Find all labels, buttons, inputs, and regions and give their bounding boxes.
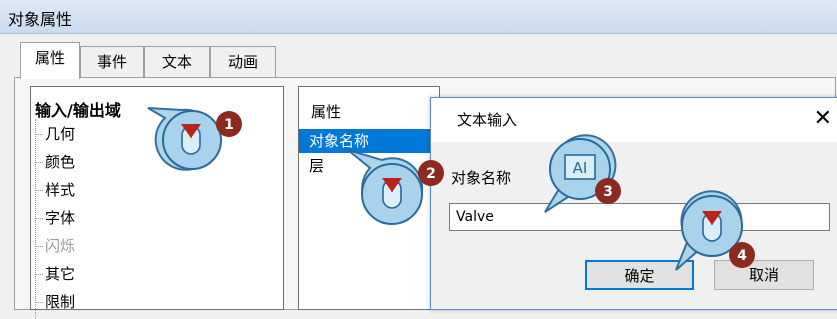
tab-events[interactable]: 事件 (80, 46, 144, 77)
tab-animation[interactable]: 动画 (210, 46, 276, 77)
property-list[interactable]: 属性 对象名称 层 (298, 86, 440, 310)
dialog-title: 文本输入 (457, 111, 518, 129)
close-icon[interactable]: ✕ (814, 106, 832, 131)
tab-label: 属性 (34, 49, 65, 67)
window-title: 对象属性 (8, 10, 73, 29)
object-name-label: 对象名称 (451, 169, 512, 187)
dialog-title-bar: 文本输入 ✕ (431, 98, 837, 142)
text-input-dialog: 文本输入 ✕ 对象名称 Valve 确定 取消 (430, 97, 837, 310)
tree-item-font[interactable]: 字体 (35, 207, 75, 228)
tab-properties[interactable]: 属性 (20, 42, 80, 79)
tree-root-io-field[interactable]: 输入/输出域 (35, 97, 121, 121)
property-item-layer[interactable]: 层 (309, 155, 324, 176)
tab-text[interactable]: 文本 (144, 46, 210, 77)
tree-item-flash[interactable]: 闪烁 (35, 235, 75, 256)
cancel-button[interactable]: 取消 (714, 260, 814, 290)
property-item-object-name[interactable]: 对象名称 (299, 129, 439, 153)
ok-button[interactable]: 确定 (585, 260, 694, 290)
tree-item-color[interactable]: 颜色 (35, 151, 75, 172)
title-bar: 对象属性 (0, 0, 837, 34)
tree-item-style[interactable]: 样式 (35, 179, 75, 200)
tree-item-geometry[interactable]: 几何 (35, 123, 75, 144)
property-list-header: 属性 (311, 103, 342, 121)
tab-label: 动画 (227, 53, 258, 71)
tree-item-limits[interactable]: 限制 (35, 291, 75, 312)
object-name-input[interactable]: Valve (449, 203, 830, 231)
tree-item-other[interactable]: 其它 (35, 263, 75, 284)
tab-label: 文本 (161, 53, 192, 71)
tab-label: 事件 (96, 53, 127, 71)
property-tree[interactable]: 输入/输出域 几何 颜色 样式 字体 闪烁 其它 限制 (30, 86, 284, 319)
